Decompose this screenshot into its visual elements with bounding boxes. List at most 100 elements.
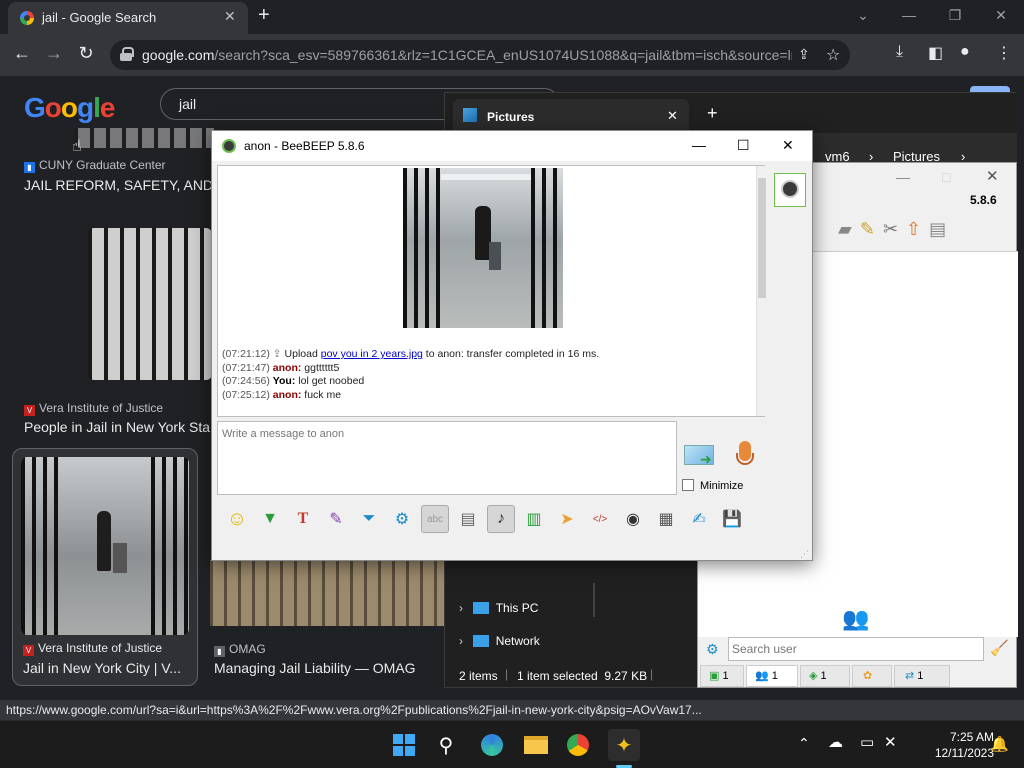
minimize-button[interactable]: — (886, 0, 932, 32)
maximize-button[interactable]: □ (942, 169, 950, 185)
tab-groups[interactable]: ◈ 1 (800, 665, 850, 687)
minimize-button[interactable]: — (692, 137, 706, 153)
explorer-tab[interactable]: Pictures ✕ (453, 99, 689, 133)
close-button[interactable]: ✕ (782, 137, 794, 154)
tree-item-network[interactable]: › Network (459, 634, 540, 648)
result-image[interactable] (210, 560, 444, 626)
chat-member-avatar[interactable] (774, 173, 806, 207)
back-icon[interactable]: ← (10, 43, 34, 64)
save-button[interactable]: 💾 (718, 505, 746, 533)
color-button[interactable]: ✎ (322, 505, 350, 533)
shared-image[interactable] (403, 168, 563, 328)
new-tab-button[interactable]: + (258, 4, 270, 27)
bookmark-star-icon[interactable]: ☆ (826, 45, 840, 65)
chrome-button[interactable] (562, 729, 594, 761)
minimize-button[interactable]: — (896, 169, 910, 185)
beebeep-button[interactable]: ✦ (608, 729, 640, 761)
google-logo[interactable]: Google (24, 92, 115, 124)
close-tab-icon[interactable]: ✕ (224, 8, 236, 25)
more-button[interactable]: ▼ (256, 505, 284, 533)
tree-item-this-pc[interactable]: › This PC (459, 601, 538, 615)
taskbar: ⚲ ✦ ⌃ ☁ ▭ ✕ 7:25 AM 12/11/2023 🔔 (0, 720, 1024, 768)
send-message-button[interactable]: ➜ (684, 443, 718, 469)
folder-button[interactable]: ▦ (652, 505, 680, 533)
close-button[interactable]: ✕ (978, 0, 1024, 32)
edge-beta-button[interactable] (476, 729, 508, 761)
result-image[interactable] (21, 457, 189, 635)
menu-icon[interactable]: ⋮ (996, 43, 1012, 63)
html-button[interactable]: </> (586, 505, 614, 533)
system-clock[interactable]: 7:25 AM 12/11/2023 (935, 729, 994, 761)
chat-scrollbar[interactable] (756, 166, 766, 416)
result-title[interactable]: People in Jail in New York Sta (24, 419, 214, 435)
tab-search-icon[interactable]: ⌄ (840, 0, 886, 32)
minimize-checkbox[interactable]: Minimize (682, 479, 743, 492)
share-files-icon[interactable]: ⇧ (906, 219, 921, 240)
edit-icon[interactable]: ✎ (860, 219, 875, 240)
tools-icon[interactable]: ✂ (883, 219, 898, 240)
result-title[interactable]: Managing Jail Liability — OMAG (214, 660, 444, 676)
music-note-icon: ♪ (497, 510, 505, 527)
url-host: google.com (142, 47, 215, 63)
file-explorer-button[interactable] (520, 729, 552, 761)
network-monitor-icon[interactable]: ▭ (860, 733, 874, 751)
close-tab-icon[interactable]: ✕ (667, 108, 678, 124)
send-file-button[interactable]: ➤ (553, 505, 581, 533)
start-button[interactable] (388, 729, 420, 761)
emoticon-button[interactable]: ☺ (223, 505, 251, 533)
tab-users[interactable]: 👥 1 (746, 665, 798, 687)
result-title[interactable]: JAIL REFORM, SAFETY, AND J (24, 177, 214, 193)
result-image[interactable] (74, 128, 214, 148)
uploaded-file-link[interactable]: pov you in 2 years.jpg (321, 348, 423, 360)
result-title[interactable]: Jail in New York City | V... (23, 660, 193, 676)
chat-history[interactable]: (07:21:12) ⇪ Upload pov you in 2 years.j… (217, 165, 766, 417)
tab-transfers[interactable]: ⇄ 1 (894, 665, 950, 687)
spellcheck-button[interactable]: abc (421, 505, 449, 533)
browser-tab[interactable]: jail - Google Search ✕ (8, 2, 248, 34)
word-complete-button[interactable]: ▤ (454, 505, 482, 533)
close-button[interactable]: ✕ (986, 167, 999, 185)
maximize-button[interactable]: ☐ (737, 137, 750, 154)
trash-icon[interactable]: ▤ (929, 219, 946, 240)
groups-icon: ◈ (809, 670, 818, 682)
save-chat-button[interactable]: ▥ (520, 505, 548, 533)
lock-icon[interactable] (120, 47, 134, 61)
font-button[interactable]: T (289, 505, 317, 533)
search-button[interactable]: ⚲ (430, 729, 462, 761)
chat-message: (07:24:56) You: lol get noobed (222, 375, 365, 387)
result-image[interactable] (88, 228, 212, 380)
settings-button[interactable]: ⚙ (388, 505, 416, 533)
cloud-off-icon[interactable]: ☁ (828, 733, 843, 751)
voice-message-button[interactable] (734, 441, 756, 473)
edit-button[interactable]: ✍ (685, 505, 713, 533)
scrollbar-thumb[interactable] (758, 178, 766, 298)
share-icon[interactable]: ⇪ (798, 46, 810, 63)
forward-icon[interactable]: → (42, 43, 66, 64)
profile-icon[interactable]: ● (960, 43, 970, 61)
screenshot-button[interactable]: ◉ (619, 505, 647, 533)
resize-grip[interactable]: ⋰ (800, 549, 809, 560)
tab-chats[interactable]: ▣ 1 (700, 665, 744, 687)
checkbox[interactable] (682, 479, 694, 491)
volume-muted-icon[interactable]: ✕ (884, 733, 897, 751)
vcard-icon[interactable]: ▰ (838, 219, 852, 240)
side-panel-icon[interactable]: ◧ (928, 43, 943, 63)
restore-button[interactable]: ❐ (932, 0, 978, 32)
clear-search-icon[interactable]: 🧹 (990, 639, 1009, 657)
tab-network[interactable]: ✿ (852, 665, 892, 687)
sound-button[interactable]: ♪ (487, 505, 515, 533)
message-input[interactable]: Write a message to anon (217, 421, 677, 495)
notification-bell-icon[interactable]: 🔔 (990, 735, 1009, 753)
download-icon[interactable]: ⤓ (896, 43, 903, 61)
settings-gear-icon[interactable]: ⚙ (706, 641, 719, 658)
clock-date: 12/11/2023 (934, 746, 994, 760)
selected-result-card[interactable]: V Vera Institute of Justice Jail in New Y… (12, 448, 198, 686)
chevron-up-icon[interactable]: ⌃ (798, 735, 810, 752)
reload-icon[interactable]: ↻ (74, 43, 98, 64)
filter-button[interactable]: ⏷ (355, 505, 383, 533)
search-user-input[interactable]: Search user (728, 637, 984, 661)
new-tab-button[interactable]: + (707, 103, 718, 124)
browser-tab-strip: jail - Google Search ✕ + ⌄ — ❐ ✕ (0, 0, 1024, 34)
chat-message: (07:25:12) anon: fuck me (222, 388, 342, 401)
address-bar[interactable]: google.com/search?sca_esv=589766361&rlz=… (110, 40, 850, 70)
